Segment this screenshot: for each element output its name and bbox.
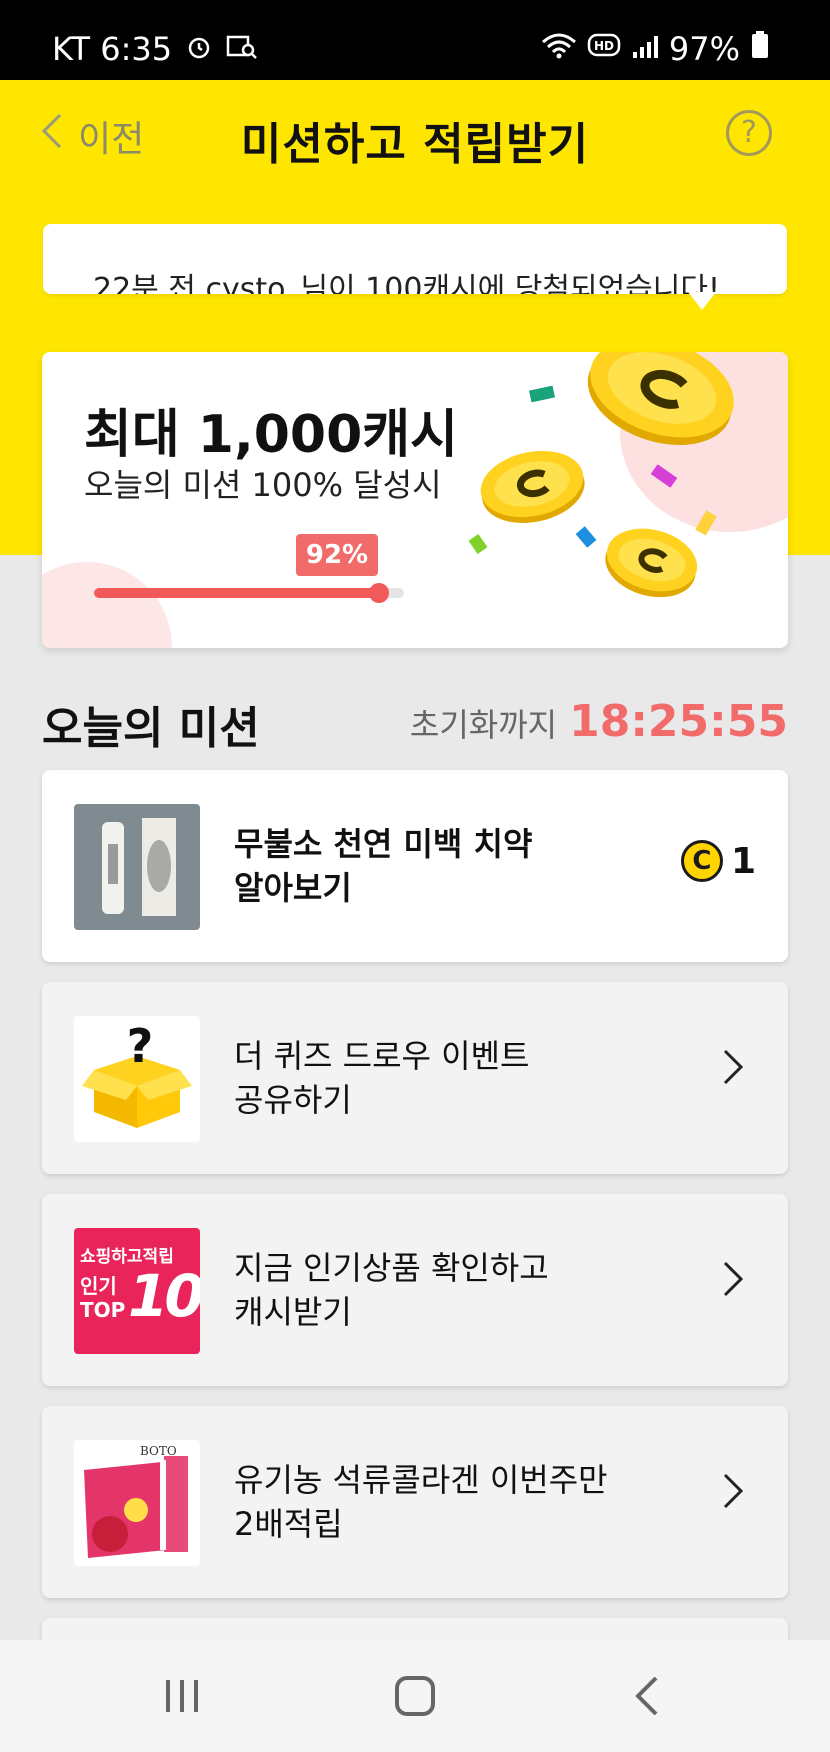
cash-coin-icon: C [680, 840, 723, 882]
mission-line-2: 공유하기 [234, 1081, 352, 1119]
mission-card[interactable]: ? 더 퀴즈 드로우 이벤트 공유하기 [42, 982, 788, 1174]
status-bar: KT 6:35 HD 97% [0, 0, 830, 80]
mission-card[interactable]: BOTO 유기농 석류콜라겐 이번주만 2배적립 [42, 1406, 788, 1598]
mission-text: 유기농 석류콜라겐 이번주만 2배적립 [234, 1458, 674, 1546]
thumb-text: TOP [80, 1298, 126, 1322]
reward-card: 최대 1,000캐시 오늘의 미션 100% 달성시 92% [42, 352, 788, 648]
mission-line-2: 알아보기 [234, 869, 352, 907]
alarm-icon [186, 30, 212, 68]
reset-label: 초기화까지 [409, 706, 558, 744]
mission-text: 더 퀴즈 드로우 이벤트 공유하기 [234, 1034, 674, 1122]
battery-percent: 97% [668, 30, 740, 68]
app-header: 이전 미션하고 적립받기 ? [0, 80, 830, 192]
thumb-text: 10 [128, 1262, 200, 1330]
mission-card[interactable]: 쇼핑하고적립 인기 TOP 10 지금 인기상품 확인하고 캐시받기 [42, 1194, 788, 1386]
mission-card[interactable]: 무불소 천연 미백 치약 알아보기 C 1 [42, 770, 788, 962]
progress-fill [94, 588, 380, 598]
carrier-time: KT 6:35 [52, 30, 173, 68]
mission-line-2: 캐시받기 [234, 1293, 352, 1331]
back-nav-icon[interactable] [618, 1670, 678, 1722]
battery-icon [750, 30, 770, 68]
top10-thumbnail: 쇼핑하고적립 인기 TOP 10 [74, 1228, 200, 1354]
reward-amount: 1 [730, 840, 756, 882]
help-icon[interactable]: ? [726, 110, 772, 156]
collagen-thumbnail: BOTO [74, 1440, 200, 1566]
reward-title: 최대 1,000캐시 [84, 405, 458, 465]
svg-text:HD: HD [594, 39, 614, 53]
chevron-right-icon [722, 1048, 744, 1096]
wifi-icon [541, 30, 577, 68]
system-nav-bar [0, 1640, 830, 1752]
home-icon[interactable] [385, 1670, 445, 1722]
signal-icon [631, 30, 659, 68]
mission-line-2: 2배적립 [234, 1505, 343, 1543]
thumb-text: 인기 [80, 1274, 117, 1298]
progress-bar [94, 583, 404, 603]
mission-line-1: 무불소 천연 미백 치약 [234, 825, 533, 863]
chevron-right-icon [722, 1260, 744, 1308]
toothpaste-thumbnail [74, 804, 200, 930]
gallery-search-icon [226, 30, 258, 68]
mission-line-1: 지금 인기상품 확인하고 [234, 1249, 549, 1287]
mission-text: 지금 인기상품 확인하고 캐시받기 [234, 1246, 674, 1334]
reset-timer: 18:25:55 [569, 696, 788, 747]
status-left: KT 6:35 [52, 30, 258, 68]
ticker-text: 22분 전 cysto_님이 100캐시에 당첨되었습니다! [93, 272, 721, 294]
page-title: 미션하고 적립받기 [240, 119, 590, 170]
coins-illustration [462, 352, 788, 648]
quiz-box-thumbnail: ? [74, 1016, 200, 1142]
mission-reward: C 1 [680, 840, 756, 882]
svg-text:?: ? [127, 1019, 154, 1073]
recent-apps-icon[interactable] [152, 1670, 212, 1722]
progress-badge: 92% [296, 534, 378, 576]
mission-line-1: 더 퀴즈 드로우 이벤트 [234, 1037, 530, 1075]
winner-ticker: 22분 전 cysto_님이 100캐시에 당첨되었습니다! [43, 224, 787, 294]
reset-countdown: 초기화까지 18:25:55 [410, 696, 788, 747]
mission-line-1: 유기농 석류콜라겐 이번주만 [234, 1461, 608, 1499]
chevron-right-icon [722, 1472, 744, 1520]
missions-title: 오늘의 미션 [42, 703, 260, 754]
hd-voice-icon: HD [587, 30, 621, 68]
reward-subtitle: 오늘의 미션 100% 달성시 [84, 466, 442, 504]
ticker-pointer [688, 292, 716, 310]
status-right: HD 97% [541, 30, 770, 68]
progress-knob [369, 583, 390, 603]
mission-text: 무불소 천연 미백 치약 알아보기 [234, 822, 674, 910]
decor-blob [42, 562, 172, 648]
